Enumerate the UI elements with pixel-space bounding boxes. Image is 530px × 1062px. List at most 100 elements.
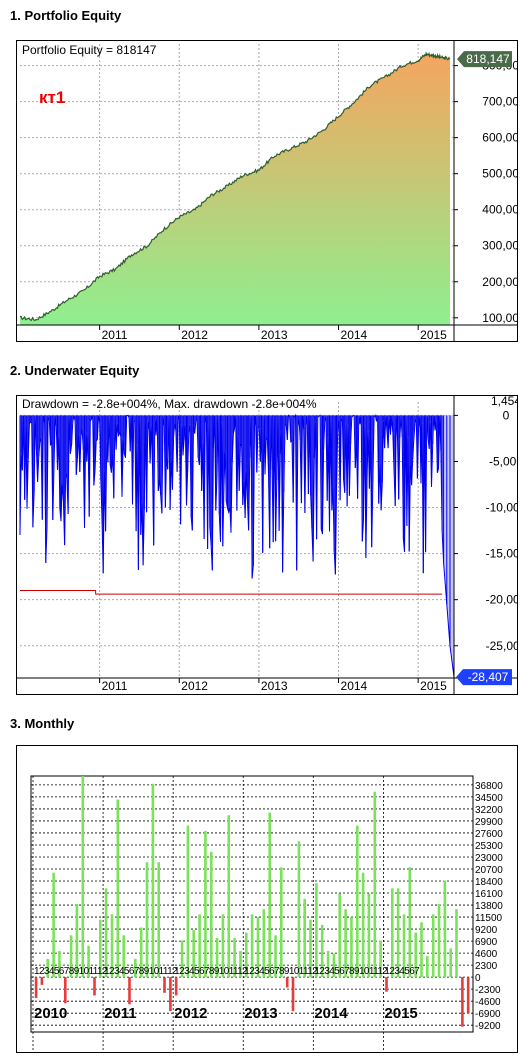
monthly-chart-panel: 36800 34500 32200 29900 27600 25300 23000 20700… (16, 745, 518, 1053)
equity-x-tick-label: 2013 (261, 328, 288, 341)
monthly-month-labels: 123456789101112 (34, 966, 108, 977)
monthly-bar (280, 867, 283, 978)
monthly-bar (356, 825, 359, 978)
underwater-top-label: 1,454 (491, 396, 517, 408)
monthly-month-labels: 123456789101112 (104, 966, 178, 977)
equity-y-tick-label: 300,000 (482, 239, 517, 253)
monthly-bar (104, 888, 108, 978)
monthly-bar (420, 922, 423, 978)
monthly-chart: 3680034500322002990027600253002300020700… (30, 775, 503, 1050)
equity-y-tick-label: 700,000 (482, 95, 517, 109)
monthly-bar (443, 880, 447, 978)
monthly-bar (461, 977, 464, 1027)
monthly-y-tick-label: 16100 (475, 889, 503, 900)
equity-x-tick-label: 2012 (181, 328, 208, 341)
monthly-y-tick-label: 27600 (475, 829, 503, 840)
monthly-bar (128, 977, 131, 1005)
underwater-header: Drawdown = -2.8e+004%, Max. drawdown -2.… (22, 397, 317, 411)
monthly-y-tick-label: -4600 (475, 997, 501, 1008)
monthly-bar (466, 977, 470, 1014)
monthly-bar (81, 776, 85, 978)
monthly-bar (116, 799, 120, 978)
monthly-bar (52, 872, 55, 978)
equity-chart-panel: 100,000 200,000 300,000 400,000 500,000 600,0… (16, 40, 518, 342)
monthly-y-tick-label: 6900 (475, 937, 498, 948)
monthly-y-tick-label: -2300 (475, 985, 501, 996)
monthly-y-tick-label: 29900 (475, 817, 503, 828)
monthly-plot-frame (30, 775, 474, 1033)
monthly-bar (361, 872, 365, 978)
monthly-month-labels: 123456789101112 (314, 966, 388, 977)
monthly-bar (396, 888, 400, 978)
monthly-bar (455, 909, 458, 978)
monthly-bar (315, 883, 318, 978)
equity-y-tick-label: 500,000 (482, 167, 517, 181)
monthly-y-tick-label: 9200 (475, 925, 498, 936)
monthly-bar (169, 977, 172, 1012)
monthly-y-tick-label: -9200 (475, 1021, 501, 1032)
equity-area (20, 53, 451, 326)
section-title-underwater: 2. Underwater Equity (10, 363, 140, 378)
monthly-bar (291, 977, 295, 1012)
equity-y-tick-label: 400,000 (482, 203, 517, 217)
equity-y-tick-label: 200,000 (482, 275, 517, 289)
section-title-monthly: 3. Monthly (10, 716, 75, 731)
underwater-x-tick-label: 2015 (420, 679, 447, 693)
monthly-bar (163, 977, 166, 993)
equity-header: Portfolio Equity = 818147 (22, 43, 157, 57)
monthly-bar (367, 893, 371, 978)
monthly-bar (157, 862, 160, 978)
monthly-bar (93, 977, 96, 996)
equity-x-tick-label: 2014 (341, 328, 368, 341)
underwater-chart: 0 -5,000 -10,000 -15,000 -20,000 -25,000 1,454… (17, 396, 517, 694)
monthly-y-tick-label: 25300 (475, 841, 503, 852)
monthly-bar (210, 851, 213, 978)
underwater-y-tick-label: -15,000 (486, 547, 517, 561)
monthly-bar (437, 904, 441, 978)
monthly-bar (151, 783, 155, 978)
monthly-year-label: 2012 (174, 1005, 207, 1022)
monthly-y-tick-label: 13800 (475, 901, 503, 912)
monthly-bar (204, 830, 207, 978)
monthly-bar (391, 888, 394, 978)
monthly-bar (338, 893, 341, 978)
monthly-bar (297, 841, 301, 978)
monthly-bar (145, 862, 149, 978)
monthly-year-label: 2015 (384, 1005, 417, 1022)
monthly-bar (174, 977, 178, 996)
monthly-bar (449, 948, 452, 978)
equity-chart: 100,000 200,000 300,000 400,000 500,000 600,0… (17, 41, 517, 341)
monthly-bar (285, 977, 289, 988)
monthly-year-label: 2014 (314, 1005, 348, 1022)
monthly-y-tick-label: 4600 (475, 949, 498, 960)
monthly-bar (385, 977, 388, 992)
underwater-last-value-label: -28,407 (468, 670, 509, 684)
underwater-y-tick-label: -20,000 (486, 593, 517, 607)
section-title-equity: 1. Portfolio Equity (10, 8, 122, 23)
monthly-y-tick-label: 18400 (475, 877, 503, 888)
monthly-y-tick-label: 36800 (475, 781, 503, 792)
monthly-bar (408, 867, 412, 978)
monthly-bar (34, 977, 38, 998)
underwater-chart-panel: 0 -5,000 -10,000 -15,000 -20,000 -25,000 1,454… (16, 395, 518, 695)
underwater-x-tick-label: 2014 (341, 679, 368, 693)
monthly-bar (186, 825, 190, 978)
underwater-y-tick-label: 0 (503, 408, 510, 422)
equity-last-value-label: 818,147 (466, 52, 510, 66)
underwater-y-tick-label: -25,000 (486, 639, 517, 653)
monthly-y-tick-label: 34500 (475, 793, 503, 804)
monthly-y-tick-label: 11500 (475, 913, 503, 924)
monthly-y-tick-label: -6900 (475, 1009, 501, 1020)
monthly-month-labels: 1234567 (384, 966, 420, 977)
monthly-bar (227, 815, 231, 978)
monthly-y-tick-label: 23000 (475, 853, 503, 864)
monthly-month-labels: 123456789101112 (244, 966, 318, 977)
underwater-x-tick-label: 2012 (181, 679, 208, 693)
underwater-y-tick-label: -10,000 (486, 501, 517, 515)
monthly-bar (40, 977, 44, 985)
equity-watermark: кт1 (39, 88, 65, 107)
underwater-x-tick-label: 2013 (261, 679, 288, 693)
equity-x-tick-label: 2011 (102, 328, 128, 341)
monthly-bar (431, 914, 435, 978)
monthly-y-tick-label: 20700 (475, 865, 503, 876)
